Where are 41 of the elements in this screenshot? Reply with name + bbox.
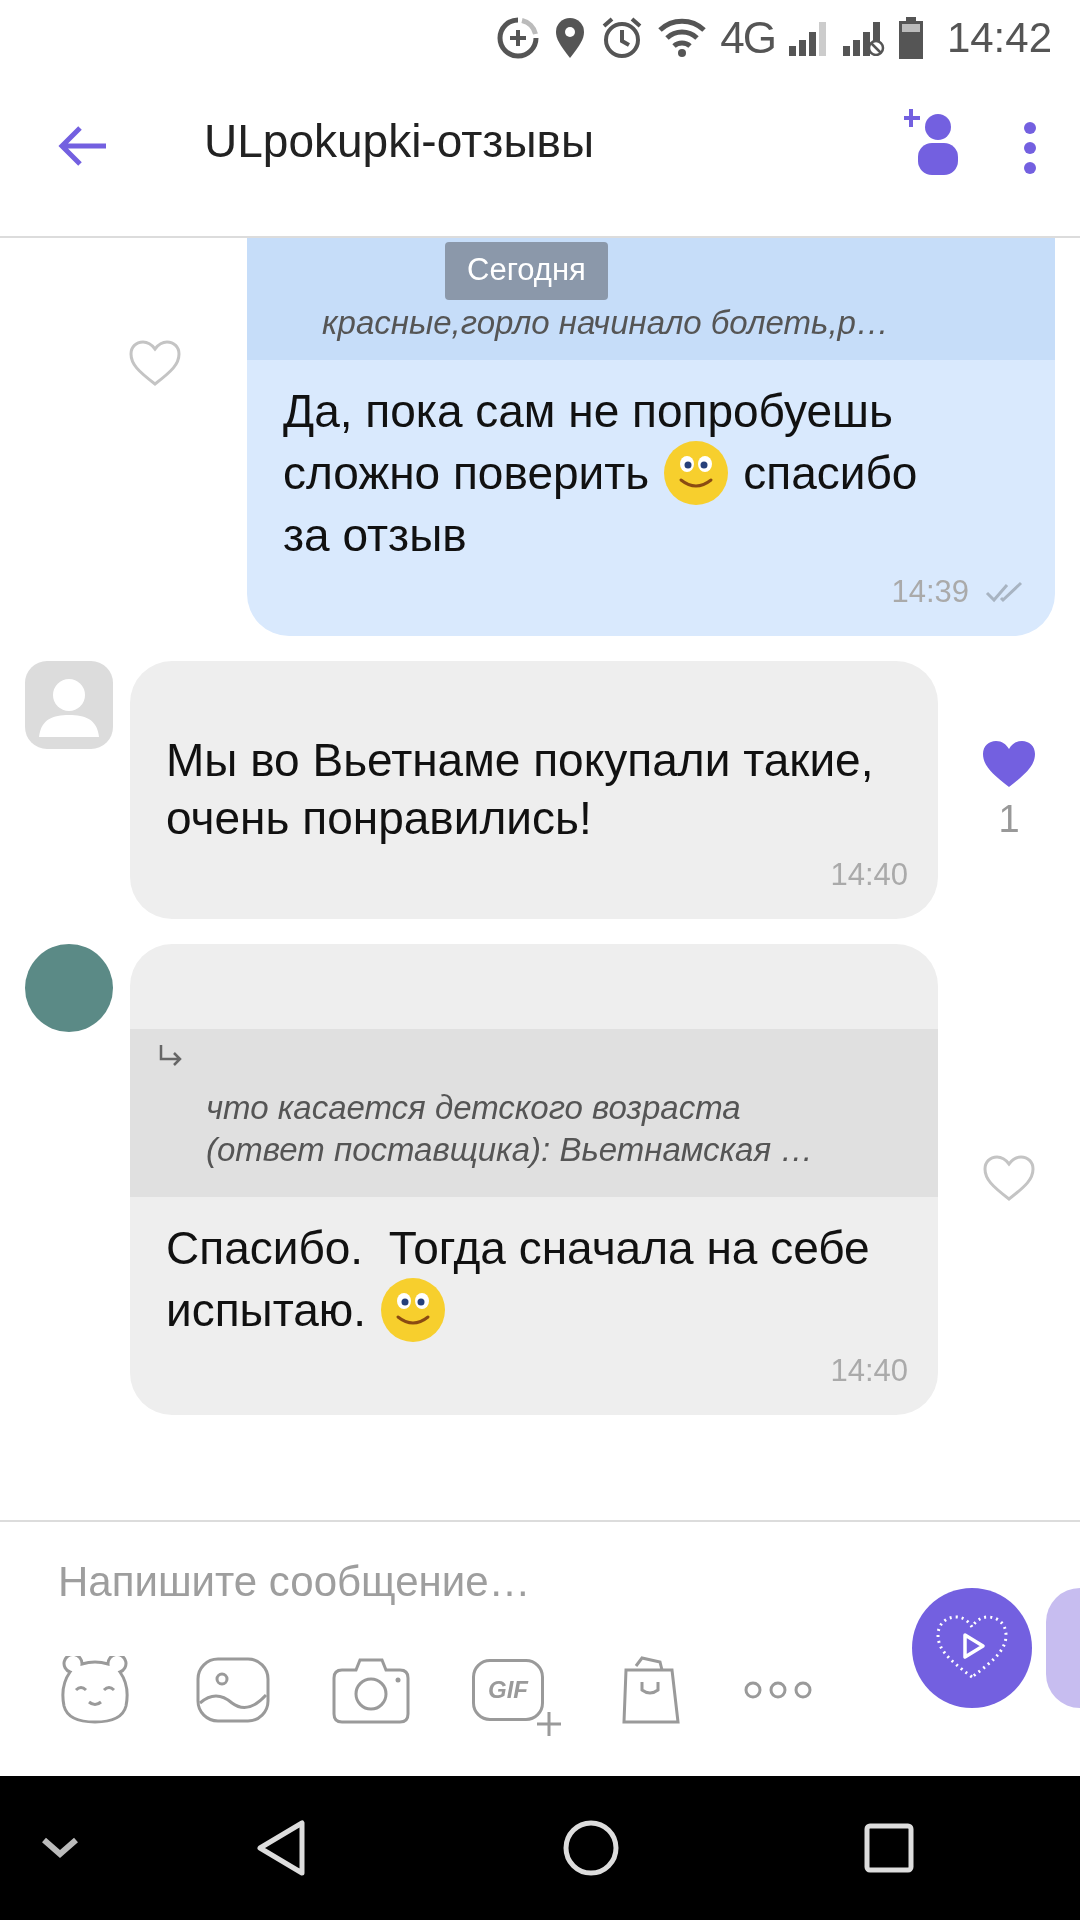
like-count: 1 — [998, 798, 1020, 841]
more-options-icon[interactable] — [1022, 121, 1038, 175]
back-arrow-icon[interactable] — [58, 125, 108, 167]
message-time: 14:40 — [830, 857, 908, 893]
chat-title: ULpokupki-отзывы — [204, 114, 595, 169]
message-text: Спасибо. Тогда сначала на себе — [166, 1221, 870, 1276]
plus-icon — [536, 1711, 562, 1737]
shopping-bag-icon[interactable] — [620, 1656, 682, 1724]
date-badge: Сегодня — [445, 242, 608, 300]
message-text: испытаю. — [166, 1283, 367, 1338]
home-circle-icon[interactable] — [562, 1819, 620, 1877]
status-time: 14:42 — [946, 13, 1052, 62]
image-icon[interactable] — [196, 1657, 270, 1723]
chevron-down-icon[interactable] — [40, 1836, 80, 1860]
more-dots-icon[interactable] — [744, 1680, 812, 1700]
back-triangle-icon[interactable] — [256, 1819, 306, 1877]
message-text: Да, пока сам не попробуешь — [283, 384, 893, 439]
message-time: 14:40 — [830, 1353, 908, 1389]
smiley-icon — [380, 1277, 447, 1343]
location-pin-icon — [554, 16, 587, 59]
quote-text: что касается детского возраста — [206, 1088, 742, 1128]
message-text: сложно поверить — [283, 446, 650, 501]
quote-text: (ответ поставщика): Вьетнамская … — [206, 1130, 815, 1170]
data-saver-icon — [496, 15, 541, 60]
network-type: 4G — [720, 12, 775, 63]
signal-icon — [842, 19, 885, 56]
smiley-icon — [663, 440, 730, 506]
message-input[interactable]: Напишите сообщение… — [58, 1552, 838, 1612]
battery-icon — [898, 16, 923, 59]
message-text: за отзыв — [283, 508, 467, 563]
recents-square-icon[interactable] — [864, 1823, 914, 1873]
double-check-icon — [985, 580, 1025, 604]
message-text: спасибо — [743, 446, 918, 501]
wifi-icon — [658, 17, 707, 58]
message-time: 14:39 — [891, 574, 969, 610]
signal-icon — [788, 19, 829, 56]
quote-text: красные,горло начинало болеть,р… — [322, 303, 890, 343]
message-text: Мы во Вьетнаме покупали такие, очень понравились! — [166, 733, 875, 846]
message-bubble[interactable]: Мы во Вьетнаме покупали такие, очень понравились! 14:40 — [130, 661, 938, 919]
message-bubble[interactable]: что касается детского возраста (ответ поставщика): Вьетнамская … Спасибо. Тогда сначала на себе испытаю. 14:40 — [130, 944, 938, 1415]
camera-icon[interactable] — [332, 1656, 410, 1724]
